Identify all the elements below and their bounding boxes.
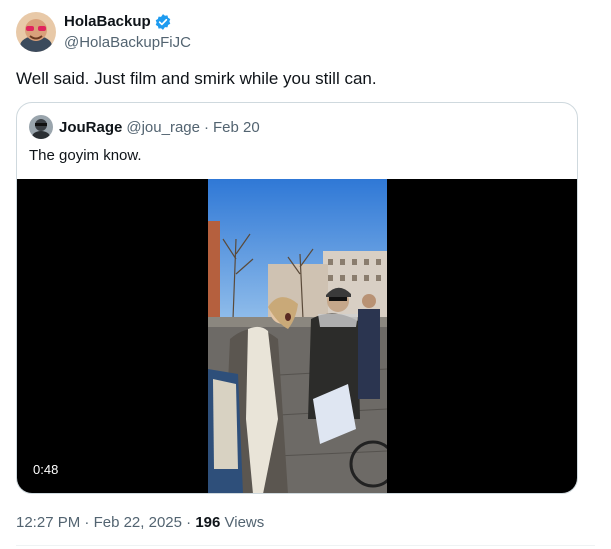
divider — [16, 545, 595, 546]
tweet-date[interactable]: Feb 22, 2025 — [94, 514, 182, 531]
meta-separator: · — [181, 514, 196, 531]
quoted-author-avatar[interactable] — [29, 115, 53, 139]
tweet-time[interactable]: 12:27 PM — [16, 514, 80, 531]
author-handle[interactable]: @HolaBackupFiJC — [64, 34, 191, 52]
quoted-author-handle[interactable]: @jou_rage — [126, 119, 200, 136]
tweet-meta: 12:27 PM · Feb 22, 2025 · 196 Views — [16, 513, 264, 533]
quoted-tweet[interactable]: JouRage @jou_rage · Feb 20 The goyim kno… — [16, 102, 578, 494]
verified-badge-icon — [154, 13, 172, 31]
video-player[interactable]: 0:48 — [17, 179, 577, 493]
quoted-date[interactable]: Feb 20 — [213, 119, 260, 136]
quoted-tweet-header: JouRage @jou_rage · Feb 20 — [29, 115, 260, 139]
tweet-text: Well said. Just film and smirk while you… — [16, 69, 377, 88]
views-count[interactable]: 196 — [195, 514, 220, 531]
quoted-tweet-text: The goyim know. — [29, 147, 142, 164]
author-avatar[interactable] — [16, 12, 56, 52]
quoted-separator: · — [203, 118, 209, 136]
meta-separator: · — [80, 514, 94, 531]
video-duration: 0:48 — [27, 460, 65, 480]
author-display-name[interactable]: HolaBackup — [64, 12, 151, 32]
views-label: Views — [220, 514, 265, 531]
quoted-author-name[interactable]: JouRage — [59, 119, 122, 136]
video-thumbnail[interactable] — [208, 179, 387, 493]
